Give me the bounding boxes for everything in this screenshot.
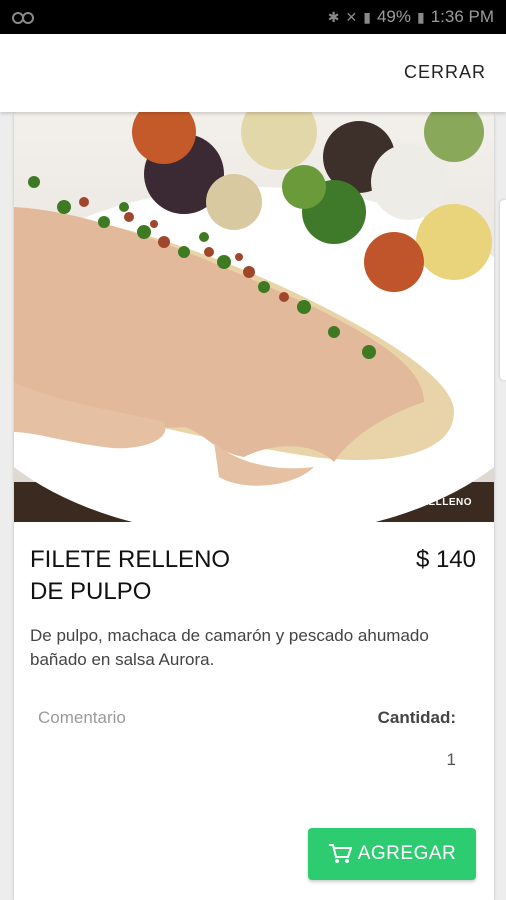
battery-icon: ▮	[416, 8, 425, 25]
product-title-line1: FILETE RELLENO	[30, 546, 231, 573]
cart-icon	[328, 844, 352, 863]
product-photo: FILETE RELLENO	[14, 112, 494, 522]
clock: 1:36 PM	[430, 7, 494, 26]
quantity-value[interactable]: 1	[447, 750, 456, 770]
top-app-bar: CERRAR	[0, 34, 506, 112]
product-title-line2: DE PULPO	[30, 578, 152, 605]
voicemail-icon	[12, 12, 34, 24]
add-to-cart-button[interactable]: AGREGAR	[308, 828, 476, 880]
add-button-label: AGREGAR	[357, 843, 457, 864]
product-card: FILETE RELLENO FILETE RELLENO DE PULPO $…	[14, 112, 494, 900]
product-title: FILETE RELLENO DE PULPO	[30, 544, 330, 608]
comment-input[interactable]	[38, 698, 328, 738]
next-card-peek	[500, 200, 506, 380]
quantity-label: Cantidad:	[377, 708, 456, 727]
signal-icon: ▮	[363, 8, 371, 25]
status-bar: ✱ ✕ ▮ 49% ▮ 1:36 PM	[0, 0, 506, 34]
product-description: De pulpo, machaca de camarón y pescado a…	[30, 626, 429, 669]
product-price: $ 140	[415, 546, 476, 573]
image-caption: FILETE RELLENO	[380, 497, 472, 508]
close-button[interactable]: CERRAR	[404, 62, 486, 83]
bluetooth-icon: ✱	[327, 8, 340, 25]
mute-icon: ✕	[345, 8, 358, 25]
battery-percent: 49%	[376, 7, 411, 26]
